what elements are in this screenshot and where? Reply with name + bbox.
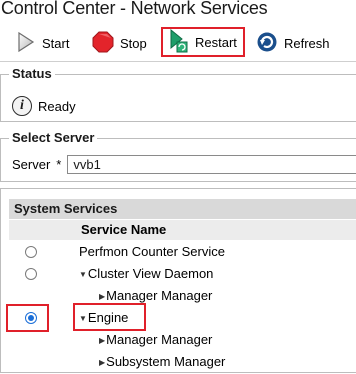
system-services-panel: System Services Service Name Perfmon Cou… bbox=[0, 188, 356, 373]
status-text: Ready bbox=[38, 98, 76, 114]
select-server-section: Select Server Server * bbox=[0, 130, 356, 182]
restart-button[interactable]: Restart bbox=[161, 27, 245, 57]
play-icon bbox=[16, 31, 36, 56]
service-label-group: ▼Cluster View Daemon bbox=[79, 266, 213, 281]
refresh-button[interactable]: Refresh bbox=[256, 28, 330, 58]
service-row[interactable]: Perfmon Counter Service bbox=[9, 242, 356, 264]
stop-icon bbox=[92, 31, 114, 56]
toolbar-divider bbox=[0, 61, 356, 62]
service-name: Manager Manager bbox=[106, 332, 213, 347]
server-label: Server bbox=[12, 157, 51, 172]
toolbar: Start Stop Restart Refresh bbox=[0, 26, 356, 60]
service-label-group: ▼Engine bbox=[79, 310, 128, 325]
status-section: Status i Ready bbox=[0, 66, 356, 122]
start-label: Start bbox=[42, 35, 70, 51]
status-row: i Ready bbox=[12, 96, 76, 116]
service-name: Subsystem Manager bbox=[106, 354, 226, 369]
service-name: Engine bbox=[87, 310, 129, 325]
server-row: Server * bbox=[12, 155, 356, 174]
expand-right-icon[interactable]: ▶ bbox=[99, 358, 105, 367]
start-button[interactable]: Start bbox=[16, 28, 69, 58]
status-legend: Status bbox=[9, 66, 55, 81]
service-name: Perfmon Counter Service bbox=[79, 244, 225, 259]
refresh-label: Refresh bbox=[284, 35, 330, 51]
expand-down-icon[interactable]: ▼ bbox=[79, 314, 87, 323]
service-radio[interactable] bbox=[25, 246, 37, 258]
expand-right-icon[interactable]: ▶ bbox=[99, 292, 105, 301]
stop-button[interactable]: Stop bbox=[92, 28, 147, 58]
service-label-group: ▶Manager Manager bbox=[99, 332, 212, 347]
stop-label: Stop bbox=[120, 35, 147, 51]
service-name: Cluster View Daemon bbox=[87, 266, 214, 281]
restart-icon bbox=[169, 28, 189, 56]
service-name: Manager Manager bbox=[106, 288, 213, 303]
service-radio-selected[interactable] bbox=[25, 312, 37, 324]
restart-label: Restart bbox=[195, 34, 237, 50]
service-name-header-label: Service Name bbox=[81, 222, 167, 237]
required-mark: * bbox=[56, 157, 62, 172]
refresh-icon bbox=[256, 31, 278, 56]
system-services-header: System Services bbox=[9, 199, 356, 219]
service-row: ▶Manager Manager bbox=[9, 286, 356, 308]
expand-down-icon[interactable]: ▼ bbox=[79, 270, 87, 279]
service-radio[interactable] bbox=[25, 268, 37, 280]
select-server-legend: Select Server bbox=[9, 130, 98, 145]
expand-right-icon[interactable]: ▶ bbox=[99, 336, 105, 345]
service-row: ▶Subsystem Manager bbox=[9, 352, 356, 374]
info-icon: i bbox=[12, 96, 32, 116]
service-row[interactable]: ▼Cluster View Daemon bbox=[9, 264, 356, 286]
server-field[interactable] bbox=[67, 155, 356, 174]
page-title: Control Center - Network Services bbox=[1, 0, 268, 18]
service-name-column-header: Service Name bbox=[9, 220, 356, 240]
service-row-selected[interactable]: ▼Engine bbox=[6, 303, 356, 332]
service-row: ▶Manager Manager bbox=[9, 330, 356, 352]
service-label-group: ▶Subsystem Manager bbox=[99, 354, 225, 369]
service-label-group: ▶Manager Manager bbox=[99, 288, 212, 303]
